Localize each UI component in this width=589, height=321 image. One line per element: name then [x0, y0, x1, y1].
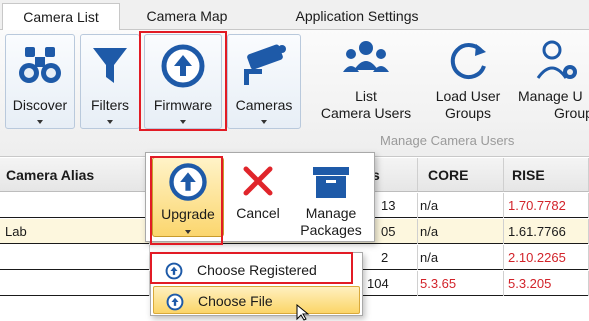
manage-groups-label-line2: Groups	[554, 105, 589, 121]
user-gear-icon	[534, 38, 580, 88]
manage-user-groups-button[interactable]: Manage U Groups	[512, 34, 589, 129]
cell-rise: 1.61.7766	[504, 219, 589, 244]
cell-core: n/a	[418, 193, 504, 218]
cameras-label: Cameras	[235, 97, 293, 113]
archive-box-icon	[310, 161, 352, 205]
tab-bar: Camera List Camera Map Application Setti…	[0, 0, 589, 31]
chevron-down-icon	[37, 120, 43, 124]
cancel-label: Cancel	[236, 205, 280, 221]
column-header-core[interactable]: CORE	[418, 158, 504, 192]
manage-camera-users-group-label: Manage Camera Users	[380, 133, 515, 148]
filters-button[interactable]: Filters	[80, 34, 140, 129]
manage-packages-label-line2: Packages	[300, 222, 362, 238]
list-users-label-line2: Camera Users	[320, 105, 412, 121]
load-user-groups-button[interactable]: Load User Groups	[424, 34, 512, 129]
cell-alias	[0, 193, 150, 218]
manage-packages-button[interactable]: Manage Packages	[291, 157, 371, 238]
filters-label: Filters	[90, 97, 130, 113]
tab-application-settings[interactable]: Application Settings	[262, 3, 452, 30]
tab-camera-list[interactable]: Camera List	[2, 3, 120, 31]
chevron-down-icon	[107, 120, 113, 124]
chevron-down-icon	[261, 120, 267, 124]
load-groups-label-line2: Groups	[445, 105, 491, 121]
list-camera-users-button[interactable]: List Camera Users	[310, 34, 422, 129]
menu-item-choose-file[interactable]: Choose File	[153, 286, 360, 314]
cell-rise: 5.3.205	[504, 271, 589, 296]
ribbon-toolbar: Discover Filters Firmware Cameras List C…	[0, 30, 589, 157]
firmware-highlight-box	[139, 31, 227, 131]
cancel-button[interactable]: Cancel	[232, 157, 284, 237]
manage-packages-label-line1: Manage	[305, 205, 357, 221]
camera-manager-window: Camera List Camera Map Application Setti…	[0, 0, 589, 321]
users-group-icon	[342, 38, 390, 86]
cell-version: 13	[376, 193, 418, 218]
cell-core: 5.3.65	[418, 271, 504, 296]
close-x-icon	[241, 161, 275, 205]
cell-version: 05	[376, 219, 418, 244]
choose-file-label: Choose File	[198, 293, 273, 309]
load-groups-label-line1: Load User	[435, 88, 501, 104]
refresh-icon	[446, 38, 490, 88]
list-users-label-line1: List	[355, 88, 377, 104]
security-camera-icon	[238, 43, 290, 94]
column-header-camera-alias[interactable]: Camera Alias	[0, 158, 150, 192]
column-header-rise[interactable]: RISE	[504, 158, 589, 192]
discover-button[interactable]: Discover	[5, 34, 75, 129]
discover-label: Discover	[12, 97, 68, 113]
cell-rise: 1.70.7782	[504, 193, 589, 218]
tab-camera-map[interactable]: Camera Map	[128, 3, 246, 30]
upgrade-highlight-box	[150, 156, 223, 245]
cell-core: n/a	[418, 219, 504, 244]
cell-core: n/a	[418, 245, 504, 270]
cell-version: 104	[362, 271, 418, 296]
cell-alias	[0, 271, 150, 296]
funnel-icon	[90, 43, 130, 94]
choose-registered-highlight-box	[150, 252, 353, 284]
cell-version: 2	[376, 245, 418, 270]
binoculars-icon	[17, 43, 63, 94]
cameras-button[interactable]: Cameras	[227, 34, 301, 129]
manage-groups-label-line1: Manage U	[518, 88, 583, 104]
upload-circle-icon	[166, 292, 184, 320]
cell-rise: 2.10.2265	[504, 245, 589, 270]
cell-alias: Lab	[0, 219, 150, 244]
cell-alias	[0, 245, 150, 270]
mouse-pointer-icon	[296, 303, 310, 321]
